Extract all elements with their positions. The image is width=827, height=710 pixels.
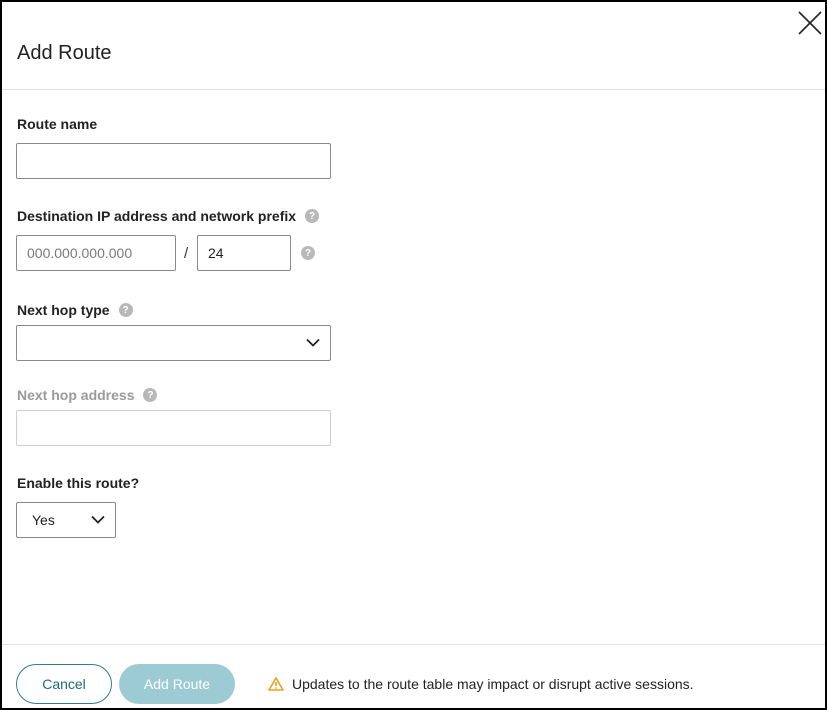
next-hop-type-select[interactable] [16, 325, 331, 361]
warning-icon [268, 677, 284, 691]
route-name-label: Route name [17, 116, 97, 132]
enable-route-select[interactable]: Yes [16, 502, 116, 538]
enable-route-label-text: Enable this route? [17, 475, 140, 491]
warning-text: Updates to the route table may impact or… [292, 676, 694, 692]
cancel-button[interactable]: Cancel [16, 664, 112, 704]
chevron-down-icon [306, 338, 320, 347]
destination-label-text: Destination IP address and network prefi… [17, 208, 297, 224]
next-hop-address-label: Next hop address ? [17, 387, 158, 403]
next-hop-type-label: Next hop type ? [17, 302, 133, 318]
help-icon[interactable]: ? [305, 209, 320, 223]
next-hop-address-input [16, 410, 331, 446]
add-route-dialog: Add Route Route name Destination IP addr… [0, 0, 827, 710]
header-divider [2, 89, 825, 90]
help-icon[interactable]: ? [143, 388, 158, 402]
help-icon[interactable]: ? [118, 303, 133, 317]
next-hop-type-label-text: Next hop type [17, 302, 110, 318]
route-name-input[interactable] [16, 143, 331, 179]
chevron-down-icon [91, 515, 105, 524]
warning-message: Updates to the route table may impact or… [268, 676, 694, 692]
enable-route-value: Yes [32, 512, 55, 528]
network-prefix-input[interactable] [197, 235, 291, 271]
prefix-help-icon[interactable]: ? [301, 246, 315, 260]
close-icon[interactable] [797, 10, 823, 36]
prefix-separator: / [184, 245, 189, 262]
dialog-title: Add Route [17, 42, 112, 64]
add-route-button[interactable]: Add Route [119, 664, 235, 704]
next-hop-address-label-text: Next hop address [17, 387, 135, 403]
destination-ip-input[interactable] [16, 235, 176, 271]
destination-label: Destination IP address and network prefi… [17, 208, 320, 224]
route-name-label-text: Route name [17, 116, 98, 132]
footer-divider [2, 644, 825, 645]
enable-route-label: Enable this route? [17, 475, 139, 491]
